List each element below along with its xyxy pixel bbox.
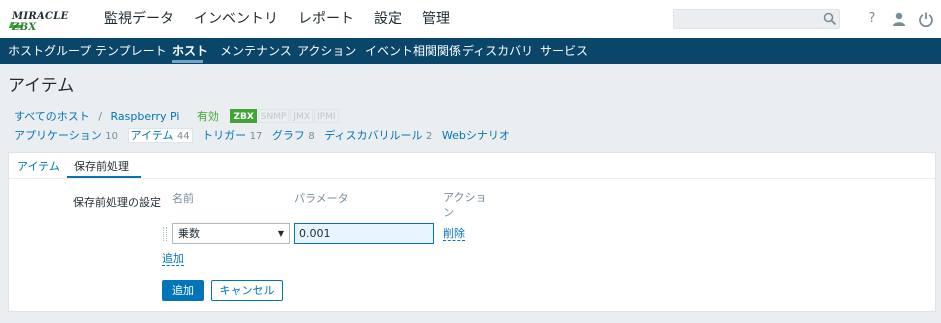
availability-ipmi-tag: IPMI (314, 109, 339, 123)
breadcrumb: すべてのホスト / Raspberry Pi 有効 ZBX SNMP JMX IPMI (14, 109, 340, 125)
tab-discovery-rules-count: 2 (426, 131, 433, 142)
cancel-button[interactable]: キャンセル (211, 280, 283, 301)
col-header-action-line1: アクショ (443, 191, 487, 204)
tab-web-scenarios[interactable]: Webシナリオ (442, 129, 510, 142)
nav-host-groups[interactable]: ホストグループ (8, 38, 91, 64)
host-tabs: アプリケーション 10 アイテム 44 トリガー 17 グラフ 8 ディスカバリ… (14, 128, 510, 144)
col-header-parameters: パラメータ (294, 192, 349, 205)
tab-graphs[interactable]: グラフ 8 (272, 129, 315, 142)
tab-preprocessing[interactable]: 保存前処理 (74, 157, 129, 177)
page-title: アイテム (8, 76, 75, 96)
tab-applications[interactable]: アプリケーション 10 (14, 129, 118, 142)
availability-jmx-tag: JMX (290, 109, 313, 123)
top-bar: MIRACLE ZBX 監視データ インベントリ レポート 設定 管理 ? (0, 0, 941, 38)
top-menu: 監視データ インベントリ レポート 設定 管理 (104, 0, 470, 38)
top-menu-monitoring[interactable]: 監視データ (104, 0, 174, 38)
nav-templates[interactable]: テンプレート (95, 38, 167, 64)
logo[interactable]: MIRACLE ZBX (8, 10, 94, 33)
tab-applications-count: 10 (105, 131, 119, 142)
tab-graphs-count: 8 (308, 131, 315, 142)
power-icon[interactable] (918, 11, 934, 27)
form-panel: アイテム 保存前処理 保存前処理の設定 名前 パラメータ アクショ ン 乗数 ▼… (8, 152, 936, 312)
top-menu-administration[interactable]: 管理 (422, 0, 450, 38)
help-icon[interactable]: ? (864, 11, 880, 27)
tab-items-count: 44 (176, 131, 190, 142)
nav-discovery[interactable]: ディスカバリ (462, 38, 533, 64)
nav-services[interactable]: サービス (540, 38, 588, 64)
top-menu-configuration[interactable]: 設定 (374, 0, 402, 38)
tab-applications-label: アプリケーション (14, 129, 102, 142)
sub-nav: ホストグループ テンプレート ホスト メンテナンス アクション イベント相関関係… (0, 38, 941, 64)
logo-text-accent: ZBX (12, 22, 37, 33)
tab-active-indicator (67, 176, 141, 178)
remove-link[interactable]: 削除 (443, 228, 465, 241)
availability-snmp-tag: SNMP (257, 109, 290, 123)
tab-triggers[interactable]: トリガー 17 (202, 129, 262, 142)
col-header-name: 名前 (172, 192, 194, 205)
search-icon[interactable] (823, 12, 837, 26)
breadcrumb-all-hosts[interactable]: すべてのホスト (14, 110, 90, 123)
status-badge[interactable]: 有効 (197, 110, 219, 123)
add-step-link[interactable]: 追加 (162, 253, 184, 266)
tab-graphs-label: グラフ (271, 129, 305, 142)
nav-active-indicator (172, 60, 203, 63)
nav-actions[interactable]: アクション (297, 38, 356, 64)
tab-items[interactable]: アイテム 44 (127, 128, 193, 143)
breadcrumb-separator: / (98, 110, 103, 123)
logo-text-main: MIRACLE (12, 11, 69, 22)
top-menu-reports[interactable]: レポート (298, 0, 354, 38)
tab-divider (9, 178, 935, 179)
tab-item[interactable]: アイテム (17, 157, 60, 177)
preprocessing-param-input[interactable]: 0.001 (294, 223, 434, 244)
col-header-action-line2: ン (443, 206, 454, 219)
tab-discovery-rules[interactable]: ディスカバリルール 2 (324, 129, 432, 142)
top-menu-inventory[interactable]: インベントリ (194, 0, 278, 38)
availability-zbx-tag: ZBX (230, 109, 257, 123)
search-input[interactable] (673, 9, 840, 29)
tab-triggers-count: 17 (249, 131, 263, 142)
breadcrumb-host[interactable]: Raspberry Pi (111, 110, 180, 123)
preprocessing-type-select[interactable]: 乗数 ▼ (172, 223, 290, 244)
col-header-action: アクショ ン (443, 190, 486, 220)
user-icon[interactable] (891, 11, 907, 27)
drag-handle-icon[interactable] (163, 227, 167, 241)
nav-event-correlation[interactable]: イベント相関関係 (365, 38, 461, 64)
tab-triggers-label: トリガー (202, 129, 247, 142)
tab-web-scenarios-label: Webシナリオ (441, 129, 510, 142)
chevron-down-icon: ▼ (277, 229, 284, 238)
add-button[interactable]: 追加 (162, 280, 204, 301)
preprocessing-type-value: 乗数 (178, 227, 200, 240)
tab-items-label: アイテム (130, 129, 174, 142)
tab-discovery-rules-label: ディスカバリルール (324, 129, 423, 142)
preprocessing-label: 保存前処理の設定 (73, 196, 161, 209)
nav-maintenance[interactable]: メンテナンス (220, 38, 292, 64)
